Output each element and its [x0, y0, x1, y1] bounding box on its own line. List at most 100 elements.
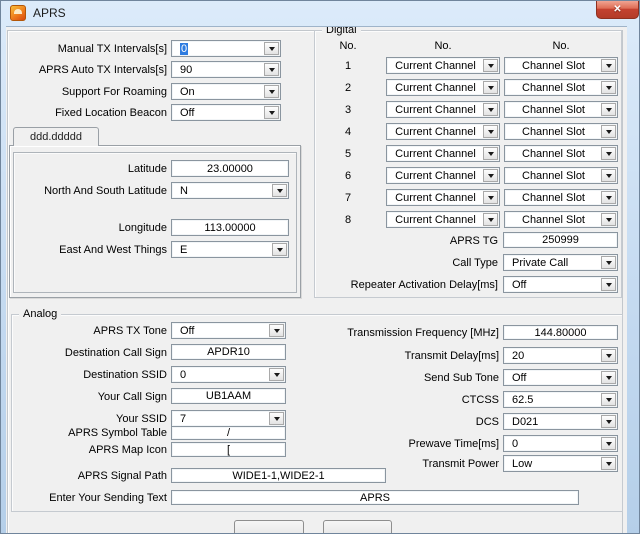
dropdown-arrow-icon[interactable] — [483, 125, 498, 138]
aprs-tx-tone-combo[interactable]: Off — [171, 322, 286, 339]
prewave-time-combo[interactable]: 0 — [503, 435, 618, 452]
digital-channel-combo-3[interactable]: Current Channel — [386, 101, 500, 118]
dropdown-arrow-icon[interactable] — [269, 324, 284, 337]
digital-channel-combo-1[interactable]: Current Channel — [386, 57, 500, 74]
digital-slot-combo-4[interactable]: Channel Slot — [504, 123, 618, 140]
dropdown-arrow-icon[interactable] — [601, 125, 616, 138]
destination-ssid-combo[interactable]: 0 — [171, 366, 286, 383]
latitude-label: Latitude — [16, 160, 167, 177]
dropdown-arrow-icon[interactable] — [601, 349, 616, 362]
dropdown-arrow-icon[interactable] — [483, 81, 498, 94]
dropdown-arrow-icon[interactable] — [269, 368, 284, 381]
dropdown-arrow-icon[interactable] — [601, 169, 616, 182]
aprs-signal-path-label: APRS Signal Path — [16, 468, 167, 483]
dropdown-arrow-icon[interactable] — [483, 191, 498, 204]
send-sub-tone-combo[interactable]: Off — [503, 369, 618, 386]
digital-channel-combo-2[interactable]: Current Channel — [386, 79, 500, 96]
manual-tx-intervals-combo[interactable]: 0 — [171, 40, 281, 57]
digital-slot-combo-1[interactable]: Channel Slot — [504, 57, 618, 74]
aprs-tg-label: APRS TG — [316, 232, 498, 249]
dropdown-arrow-icon[interactable] — [269, 412, 284, 425]
dropdown-arrow-icon[interactable] — [601, 371, 616, 384]
dropdown-arrow-icon[interactable] — [601, 81, 616, 94]
support-for-roaming-combo[interactable]: On — [171, 83, 281, 100]
east-west-things-label: East And West Things — [16, 241, 167, 258]
title-bar[interactable]: APRS ✕ — [1, 1, 640, 26]
digital-row-number-6: 6 — [328, 167, 368, 184]
latitude-input[interactable]: 23.00000 — [171, 160, 289, 177]
dropdown-arrow-icon[interactable] — [483, 59, 498, 72]
aprs-map-icon-input[interactable]: [ — [171, 442, 286, 457]
aprs-symbol-table-input[interactable]: / — [171, 426, 286, 440]
bottom-button-right[interactable] — [323, 520, 392, 534]
digital-channel-combo-4[interactable]: Current Channel — [386, 123, 500, 140]
longitude-input[interactable]: 113.00000 — [171, 219, 289, 236]
north-south-latitude-label: North And South Latitude — [16, 182, 167, 199]
call-type-label: Call Type — [316, 254, 498, 271]
dropdown-arrow-icon[interactable] — [601, 213, 616, 226]
digital-col-header-no: No. — [328, 39, 368, 52]
fixed-location-beacon-label: Fixed Location Beacon — [14, 104, 167, 121]
digital-channel-combo-8[interactable]: Current Channel — [386, 211, 500, 228]
aprs-tg-input[interactable]: 250999 — [503, 232, 618, 248]
destination-call-sign-input[interactable]: APDR10 — [171, 344, 286, 360]
ctcss-combo[interactable]: 62.5 — [503, 391, 618, 408]
selected-text: 0 — [180, 43, 188, 55]
dropdown-arrow-icon[interactable] — [601, 457, 616, 470]
repeater-activation-delay-combo[interactable]: Off — [503, 276, 618, 293]
dropdown-arrow-icon[interactable] — [601, 437, 616, 450]
window-title: APRS — [33, 6, 66, 20]
dropdown-arrow-icon[interactable] — [601, 256, 616, 269]
dropdown-arrow-icon[interactable] — [264, 63, 279, 76]
digital-slot-combo-5[interactable]: Channel Slot — [504, 145, 618, 162]
dropdown-arrow-icon[interactable] — [264, 106, 279, 119]
digital-col-header-channel: No. — [386, 39, 500, 52]
your-call-sign-input[interactable]: UB1AAM — [171, 388, 286, 404]
dropdown-arrow-icon[interactable] — [601, 59, 616, 72]
destination-ssid-label: Destination SSID — [16, 366, 167, 383]
transmission-frequency-input[interactable]: 144.80000 — [503, 325, 618, 340]
transmit-power-combo[interactable]: Low — [503, 455, 618, 472]
tab-ddd-ddddd[interactable]: ddd.ddddd — [13, 127, 99, 146]
dropdown-arrow-icon[interactable] — [601, 147, 616, 160]
sending-text-input[interactable]: APRS — [171, 490, 579, 505]
support-for-roaming-label: Support For Roaming — [14, 83, 167, 100]
dropdown-arrow-icon[interactable] — [483, 169, 498, 182]
your-ssid-combo[interactable]: 7 — [171, 410, 286, 427]
bottom-button-left[interactable] — [234, 520, 304, 534]
digital-row-number-8: 8 — [328, 211, 368, 228]
digital-slot-combo-6[interactable]: Channel Slot — [504, 167, 618, 184]
digital-row-number-1: 1 — [328, 57, 368, 74]
close-button[interactable]: ✕ — [596, 1, 639, 19]
east-west-things-combo[interactable]: E — [171, 241, 289, 258]
dropdown-arrow-icon[interactable] — [601, 415, 616, 428]
sending-text-label: Enter Your Sending Text — [16, 490, 167, 505]
digital-slot-combo-3[interactable]: Channel Slot — [504, 101, 618, 118]
north-south-latitude-combo[interactable]: N — [171, 182, 289, 199]
close-icon: ✕ — [613, 4, 621, 15]
digital-slot-combo-2[interactable]: Channel Slot — [504, 79, 618, 96]
dropdown-arrow-icon[interactable] — [601, 278, 616, 291]
digital-slot-combo-7[interactable]: Channel Slot — [504, 189, 618, 206]
digital-channel-combo-6[interactable]: Current Channel — [386, 167, 500, 184]
dropdown-arrow-icon[interactable] — [483, 103, 498, 116]
call-type-combo[interactable]: Private Call — [503, 254, 618, 271]
dropdown-arrow-icon[interactable] — [264, 42, 279, 55]
dropdown-arrow-icon[interactable] — [601, 103, 616, 116]
digital-slot-combo-8[interactable]: Channel Slot — [504, 211, 618, 228]
digital-channel-combo-7[interactable]: Current Channel — [386, 189, 500, 206]
your-ssid-label: Your SSID — [16, 410, 167, 427]
dropdown-arrow-icon[interactable] — [483, 147, 498, 160]
dropdown-arrow-icon[interactable] — [272, 243, 287, 256]
digital-row-number-3: 3 — [328, 101, 368, 118]
fixed-location-beacon-combo[interactable]: Off — [171, 104, 281, 121]
dropdown-arrow-icon[interactable] — [272, 184, 287, 197]
dropdown-arrow-icon[interactable] — [483, 213, 498, 226]
dropdown-arrow-icon[interactable] — [601, 191, 616, 204]
dcs-combo[interactable]: D021 — [503, 413, 618, 430]
dropdown-arrow-icon[interactable] — [601, 393, 616, 406]
digital-channel-combo-5[interactable]: Current Channel — [386, 145, 500, 162]
dropdown-arrow-icon[interactable] — [264, 85, 279, 98]
aprs-auto-tx-intervals-combo[interactable]: 90 — [171, 61, 281, 78]
transmit-delay-combo[interactable]: 20 — [503, 347, 618, 364]
